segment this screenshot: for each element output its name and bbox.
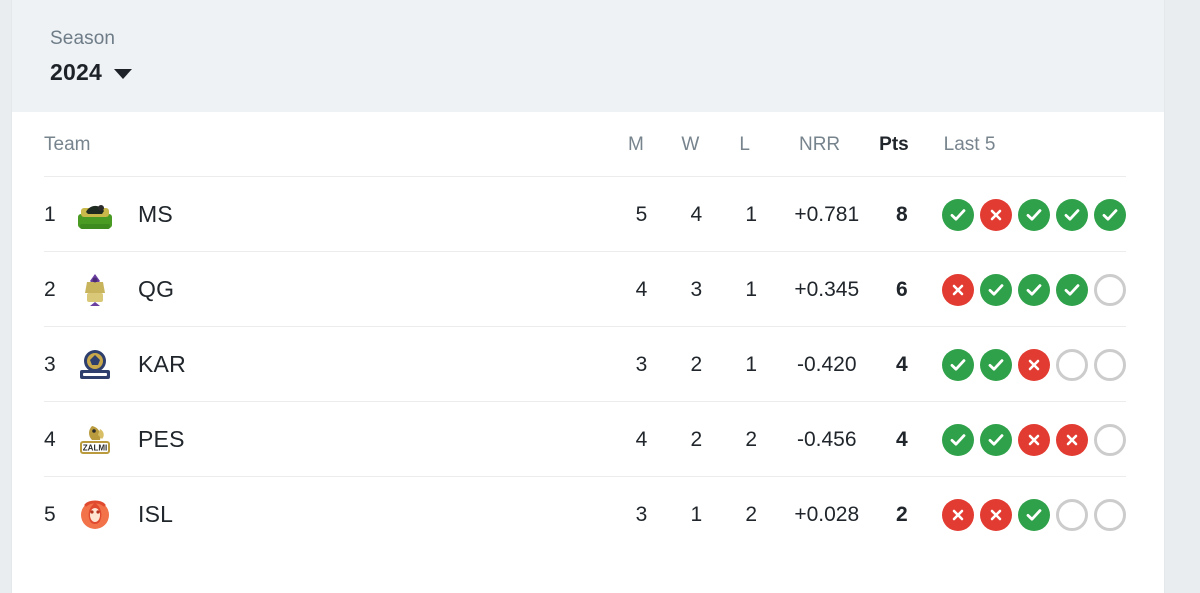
chevron-down-icon bbox=[113, 68, 132, 79]
team-name: PES bbox=[138, 426, 185, 452]
result-loss-icon bbox=[941, 273, 974, 306]
result-win-icon bbox=[979, 423, 1012, 456]
standings-table: Team M W L NRR Pts Last 5 1 MS 5 4 1 +0.781 8 2… bbox=[12, 112, 1164, 552]
rank-value: 4 bbox=[44, 427, 56, 451]
result-loss-icon bbox=[1055, 423, 1088, 456]
season-header: Season 2024 bbox=[12, 0, 1164, 112]
result-win-icon bbox=[941, 423, 974, 456]
table-row[interactable]: 5 ISL 3 1 2 +0.028 2 bbox=[12, 477, 1164, 552]
wins-value: 4 bbox=[690, 202, 703, 226]
wins-value: 2 bbox=[690, 427, 703, 451]
column-header-matches: M bbox=[628, 133, 644, 155]
points-value: 4 bbox=[896, 427, 908, 451]
column-header-wins: W bbox=[681, 133, 700, 155]
season-value: 2024 bbox=[50, 59, 102, 85]
nrr-value: +0.781 bbox=[794, 202, 860, 226]
table-body: 1 MS 5 4 1 +0.781 8 2 QG 4 3 1 +0.345 6 3 KAR 3 2 1 -0.420 4… bbox=[12, 177, 1164, 552]
svg-text:ZALMI: ZALMI bbox=[83, 443, 107, 452]
result-empty-icon bbox=[1093, 273, 1126, 306]
table-row[interactable]: 2 QG 4 3 1 +0.345 6 bbox=[12, 252, 1164, 327]
result-loss-icon bbox=[979, 198, 1012, 231]
season-dropdown[interactable]: 2024 bbox=[50, 58, 132, 86]
result-win-icon bbox=[1055, 273, 1088, 306]
nrr-value: +0.028 bbox=[794, 502, 860, 526]
standings-card: Season 2024 Team M W L NRR Pts Last 5 1 M… bbox=[12, 0, 1164, 593]
matches-value: 3 bbox=[635, 502, 648, 526]
column-header-losses: L bbox=[739, 133, 750, 155]
column-header-last5: Last 5 bbox=[943, 133, 996, 155]
rank-value: 1 bbox=[44, 202, 56, 226]
team-name: ISL bbox=[138, 501, 174, 527]
result-win-icon bbox=[941, 198, 974, 231]
table-header-row: Team M W L NRR Pts Last 5 bbox=[12, 112, 1164, 177]
result-win-icon bbox=[1017, 273, 1050, 306]
result-loss-icon bbox=[1017, 423, 1050, 456]
result-win-icon bbox=[1055, 198, 1088, 231]
losses-value: 1 bbox=[745, 277, 758, 301]
team-cell: 1 MS bbox=[44, 196, 614, 234]
result-win-icon bbox=[979, 348, 1012, 381]
result-loss-icon bbox=[979, 498, 1012, 531]
nrr-value: +0.345 bbox=[794, 277, 860, 301]
islamabad-united-logo bbox=[74, 496, 116, 534]
wins-value: 1 bbox=[690, 502, 703, 526]
result-empty-icon bbox=[1093, 348, 1126, 381]
season-label: Season bbox=[50, 28, 116, 49]
losses-value: 1 bbox=[745, 352, 758, 376]
multan-sultans-logo bbox=[74, 196, 116, 234]
column-header-nrr: NRR bbox=[798, 133, 841, 155]
points-value: 4 bbox=[896, 352, 908, 376]
result-empty-icon bbox=[1055, 498, 1088, 531]
table-row[interactable]: 4 ZALMI PES 4 2 2 -0.456 4 bbox=[12, 402, 1164, 477]
last5-cell bbox=[929, 273, 1144, 306]
result-loss-icon bbox=[1017, 348, 1050, 381]
wins-value: 2 bbox=[690, 352, 703, 376]
losses-value: 2 bbox=[745, 427, 758, 451]
rank-value: 2 bbox=[44, 277, 56, 301]
team-cell: 2 QG bbox=[44, 271, 614, 309]
losses-value: 1 bbox=[745, 202, 758, 226]
team-name: MS bbox=[138, 201, 173, 227]
points-value: 6 bbox=[896, 277, 908, 301]
result-win-icon bbox=[941, 348, 974, 381]
team-name: KAR bbox=[138, 351, 186, 377]
result-win-icon bbox=[979, 273, 1012, 306]
nrr-value: -0.420 bbox=[796, 352, 857, 376]
quetta-gladiators-logo bbox=[74, 271, 116, 309]
nrr-value: -0.456 bbox=[796, 427, 857, 451]
matches-value: 5 bbox=[635, 202, 648, 226]
table-row[interactable]: 3 KAR 3 2 1 -0.420 4 bbox=[12, 327, 1164, 402]
result-empty-icon bbox=[1055, 348, 1088, 381]
team-cell: 4 ZALMI PES bbox=[44, 421, 614, 459]
matches-value: 3 bbox=[635, 352, 648, 376]
matches-value: 4 bbox=[635, 427, 648, 451]
rank-value: 5 bbox=[44, 502, 56, 526]
column-header-points: Pts bbox=[879, 133, 909, 155]
result-win-icon bbox=[1017, 198, 1050, 231]
result-empty-icon bbox=[1093, 423, 1126, 456]
wins-value: 3 bbox=[690, 277, 703, 301]
last5-cell bbox=[929, 423, 1144, 456]
matches-value: 4 bbox=[635, 277, 648, 301]
last5-cell bbox=[929, 198, 1144, 231]
result-win-icon bbox=[1093, 198, 1126, 231]
karachi-kings-logo bbox=[74, 346, 116, 384]
result-empty-icon bbox=[1093, 498, 1126, 531]
team-cell: 5 ISL bbox=[44, 496, 614, 534]
team-cell: 3 KAR bbox=[44, 346, 614, 384]
points-value: 8 bbox=[896, 202, 908, 226]
peshawar-zalmi-logo: ZALMI bbox=[74, 421, 116, 459]
last5-cell bbox=[929, 348, 1144, 381]
losses-value: 2 bbox=[745, 502, 758, 526]
last5-cell bbox=[929, 498, 1144, 531]
team-name: QG bbox=[138, 276, 175, 302]
column-header-team: Team bbox=[44, 133, 91, 155]
points-value: 2 bbox=[896, 502, 908, 526]
result-loss-icon bbox=[941, 498, 974, 531]
rank-value: 3 bbox=[44, 352, 56, 376]
result-win-icon bbox=[1017, 498, 1050, 531]
table-row[interactable]: 1 MS 5 4 1 +0.781 8 bbox=[12, 177, 1164, 252]
